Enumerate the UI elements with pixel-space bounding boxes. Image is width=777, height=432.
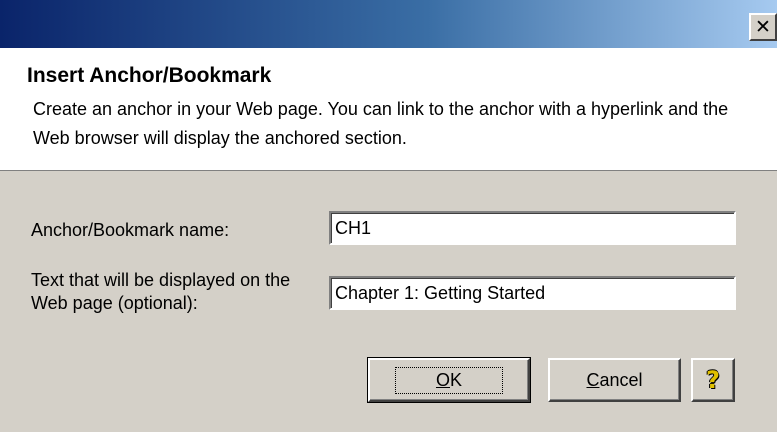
display-text-input[interactable] xyxy=(329,276,736,310)
cancel-label-rest: ancel xyxy=(599,369,643,390)
cancel-button[interactable]: Cancel xyxy=(548,358,681,402)
dialog-title: Insert Anchor/Bookmark xyxy=(27,64,272,87)
display-text-label: Text that will be displayed on the Web p… xyxy=(31,270,291,313)
help-button[interactable]: ? xyxy=(691,358,735,402)
close-button[interactable]: ✕ xyxy=(749,13,777,41)
ok-button[interactable]: OK xyxy=(367,357,531,403)
anchor-name-input[interactable] xyxy=(329,211,736,245)
ok-button-label: OK xyxy=(394,366,504,394)
ok-mnemonic: O xyxy=(435,369,450,390)
cancel-mnemonic: C xyxy=(586,369,600,390)
header-panel: Insert Anchor/Bookmark Create an anchor … xyxy=(0,48,777,171)
close-icon: ✕ xyxy=(755,16,771,38)
insert-anchor-dialog: ✕ Insert Anchor/Bookmark Create an ancho… xyxy=(0,0,777,432)
help-icon: ? xyxy=(706,366,720,394)
anchor-name-label: Anchor/Bookmark name: xyxy=(31,220,230,240)
dialog-description: Create an anchor in your Web page. You c… xyxy=(33,99,729,148)
ok-label-rest: K xyxy=(450,369,463,390)
cancel-button-label: Cancel xyxy=(586,370,642,391)
title-bar[interactable]: ✕ xyxy=(0,0,777,48)
